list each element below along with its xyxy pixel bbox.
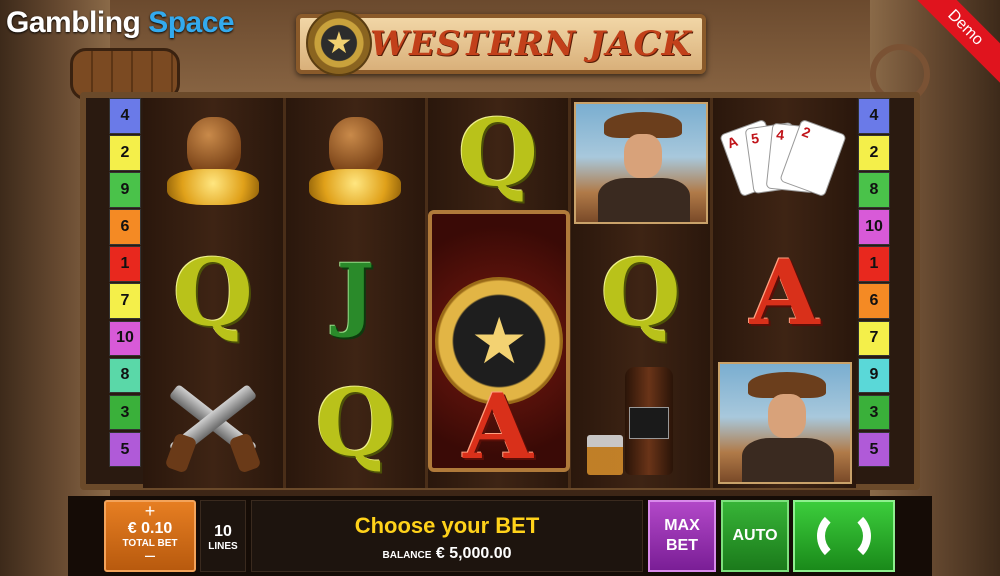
symbol-a-label: A [749, 240, 820, 346]
payline-badge: 3 [109, 394, 141, 431]
gold-bag-icon [163, 113, 263, 213]
payline-badge: 10 [109, 320, 141, 357]
gold-bag-icon [305, 113, 405, 213]
symbol-q: Q [428, 98, 568, 208]
bet-decrease-button[interactable]: – [106, 546, 194, 564]
site-logo: Gambling Space [6, 6, 235, 40]
symbol-a-label: A [463, 374, 533, 480]
balance-value: € 5,000.00 [435, 545, 512, 562]
max-bet-button[interactable]: MAX BET [648, 500, 716, 572]
symbol-q: Q [286, 358, 426, 488]
reel-5: A 5 4 2 A [713, 98, 856, 488]
sheriff-badge-icon: ★ [306, 10, 372, 76]
reel-4: Q [570, 98, 714, 488]
cowboy-icon [573, 102, 708, 224]
payline-badge: 2 [109, 135, 141, 171]
revolvers-icon [158, 373, 268, 474]
payline-badge: 4 [109, 98, 141, 134]
lines-value: 10 [214, 523, 232, 540]
message-panel: Choose your BET BALANCE € 5,000.00 [251, 500, 643, 572]
payline-badge: 5 [109, 431, 141, 468]
reel-3: Q ★ A [428, 98, 571, 488]
lines-label: LINES [208, 541, 238, 552]
symbol-q-label: Q [457, 99, 539, 207]
symbol-a: A [428, 366, 568, 488]
symbol-playing-cards: A 5 4 2 [713, 98, 856, 228]
payline-badge: 3 [858, 394, 890, 431]
lines-display: 10 LINES [200, 500, 246, 572]
symbol-cowboy [713, 358, 856, 488]
symbol-q: Q [143, 228, 283, 358]
cowboy-icon [717, 362, 852, 484]
status-message: Choose your BET [354, 513, 540, 538]
symbol-gold-bag [143, 98, 283, 228]
symbol-j-label: J [336, 246, 375, 340]
payline-badge: 10 [858, 209, 890, 245]
autoplay-button[interactable]: AUTO [721, 500, 789, 572]
spin-button[interactable] [793, 500, 895, 572]
symbol-q-label: Q [315, 369, 396, 477]
total-bet-value: € 0.10 [127, 520, 173, 537]
reels: Q J Q Q ★ A Q A 5 4 2 A [143, 98, 856, 488]
reel-1: Q [143, 98, 286, 488]
balance-display: BALANCE € 5,000.00 [252, 545, 642, 563]
payline-badge: 5 [858, 431, 890, 468]
payline-indicators-left: 4 2 9 6 1 7 10 8 3 5 [109, 98, 141, 469]
playing-cards-icon: A 5 4 2 [718, 113, 847, 213]
payline-badge: 8 [858, 172, 890, 208]
game-title-sign: ★ WESTERN JACK [296, 10, 706, 76]
game-title: WESTERN JACK [370, 24, 693, 64]
symbol-gold-bag [286, 98, 426, 228]
total-bet-control[interactable]: + € 0.10 TOTAL BET – [104, 500, 196, 572]
whiskey-bottle-icon [581, 363, 701, 483]
symbol-q: Q [571, 228, 711, 358]
reel-2: J Q [285, 98, 429, 488]
symbol-q-label: Q [600, 239, 681, 347]
payline-badge: 9 [109, 172, 141, 208]
max-bet-label-line1: MAX [664, 517, 700, 534]
symbol-revolvers [143, 358, 283, 488]
site-logo-word2: Space [148, 6, 235, 39]
bet-increase-button[interactable]: + [106, 502, 194, 520]
symbol-cowboy [571, 98, 711, 228]
payline-indicators-right: 4 2 8 10 1 6 7 9 3 5 [858, 98, 890, 469]
symbol-a: A [713, 228, 856, 358]
payline-badge: 7 [109, 283, 141, 320]
symbol-q-label: Q [172, 239, 253, 347]
payline-badge: 6 [858, 283, 890, 320]
payline-badge: 1 [858, 246, 890, 282]
payline-badge: 2 [858, 135, 890, 171]
payline-badge: 4 [858, 98, 890, 134]
payline-badge: 7 [858, 320, 890, 357]
spin-arrows-icon [817, 509, 871, 563]
symbol-j: J [286, 228, 426, 358]
max-bet-label-line2: BET [666, 537, 698, 554]
symbol-whiskey [571, 358, 711, 488]
payline-badge: 9 [858, 357, 890, 394]
balance-label: BALANCE [382, 550, 432, 561]
payline-badge: 6 [109, 209, 141, 245]
site-logo-word1: Gambling [6, 6, 141, 39]
payline-badge: 1 [109, 246, 141, 282]
game-screen: Gambling Space Demo ★ WESTERN JACK 42961… [0, 0, 1000, 576]
payline-badge: 8 [109, 357, 141, 394]
